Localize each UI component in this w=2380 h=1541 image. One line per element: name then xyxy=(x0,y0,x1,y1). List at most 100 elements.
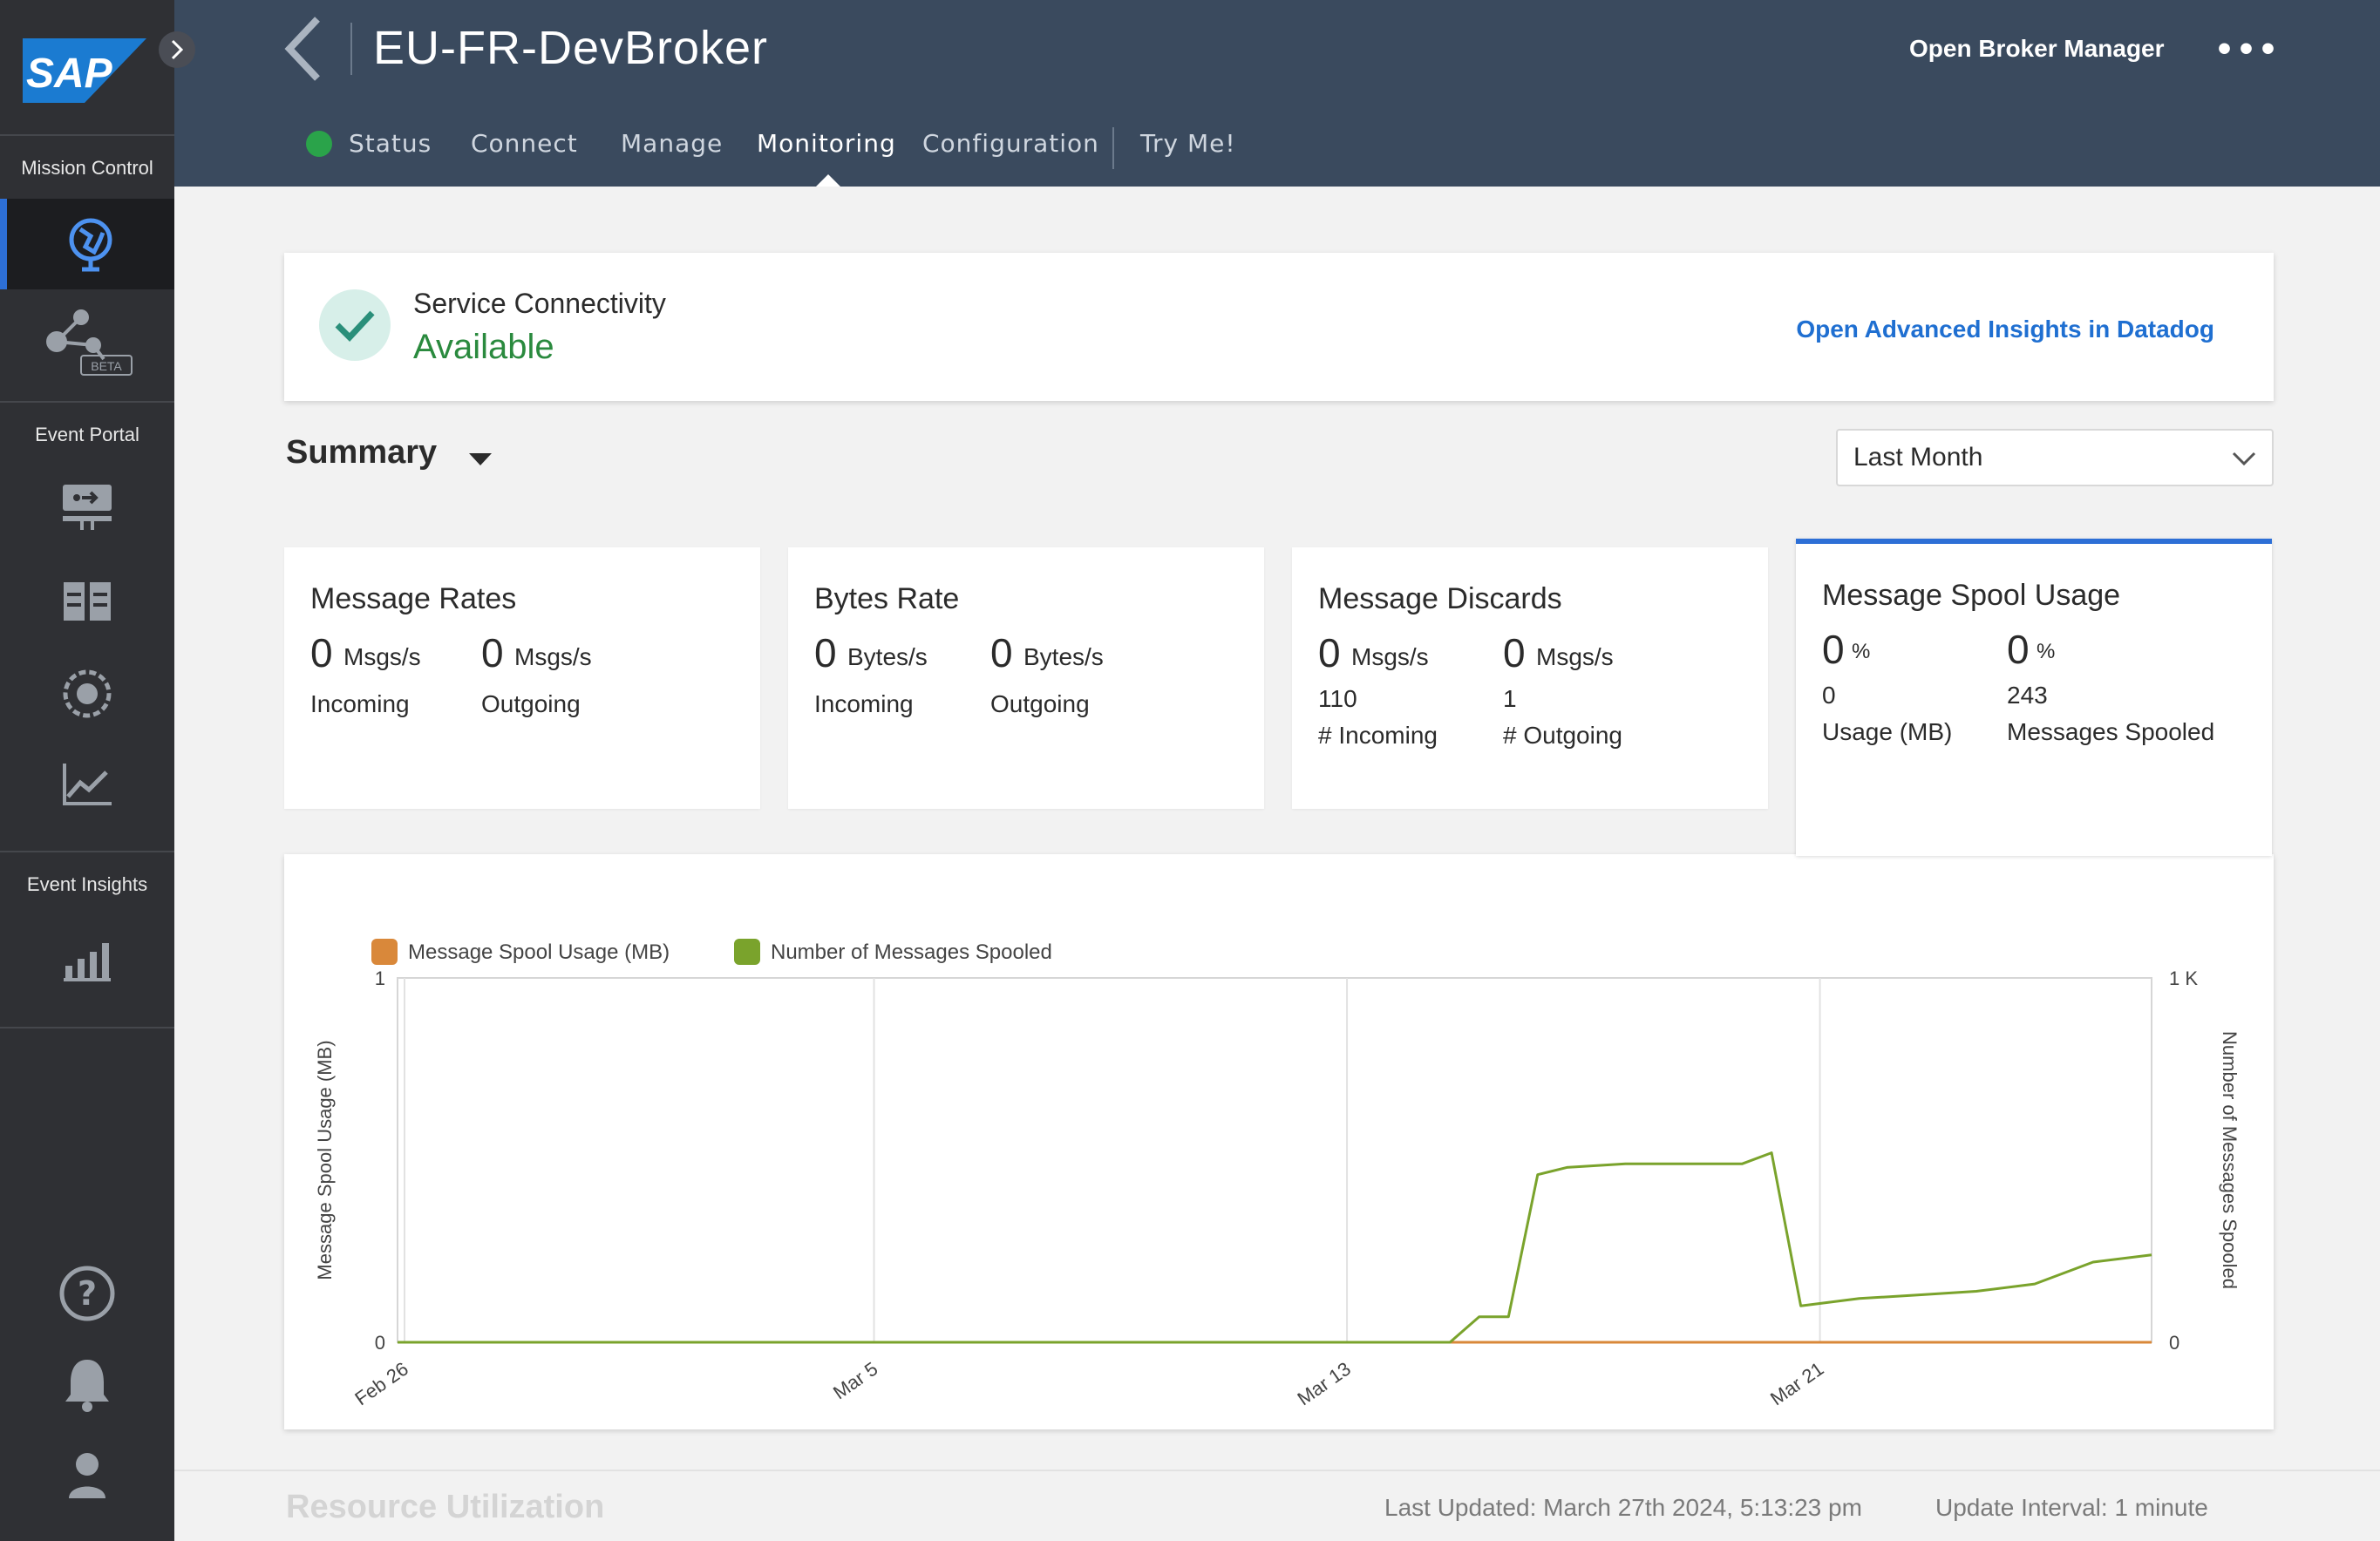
connectivity-status: Available xyxy=(413,328,554,366)
update-interval-text: Update Interval: 1 minute xyxy=(1935,1494,2208,1521)
y-left-tick-label: 0 xyxy=(375,1332,385,1354)
card-title: Message Rates xyxy=(310,582,517,615)
legend-label: Number of Messages Spooled xyxy=(771,940,1052,964)
back-button[interactable] xyxy=(282,16,321,82)
spooled-unit: % xyxy=(2037,640,2056,663)
usage-value: 0 xyxy=(1822,627,1845,672)
tab-connect[interactable]: Connect xyxy=(471,129,578,158)
sidebar-divider xyxy=(0,134,174,136)
y-left-axis-label: Message Spool Usage (MB) xyxy=(314,1040,336,1280)
sidebar-item-insights[interactable] xyxy=(0,915,174,1006)
sidebar-item-analytics[interactable] xyxy=(0,739,174,830)
series-line xyxy=(398,1151,2152,1344)
sidebar-item-discovery[interactable] xyxy=(0,648,174,739)
check-icon xyxy=(319,289,391,361)
legend-swatch xyxy=(371,939,398,965)
usage-label: Usage (MB) xyxy=(1822,718,1953,745)
mission-control-label: Mission Control xyxy=(21,157,153,179)
y-right-tick-label: 1 K xyxy=(2169,967,2198,989)
x-tick-label: Mar 5 xyxy=(829,1358,881,1404)
incoming-value: 0 xyxy=(814,630,837,675)
expand-sidebar-button[interactable] xyxy=(159,31,195,68)
datadog-link[interactable]: Open Advanced Insights in Datadog xyxy=(1796,316,2214,343)
sidebar-item-cluster-manager[interactable] xyxy=(0,199,174,289)
y-right-tick-label: 0 xyxy=(2169,1332,2179,1354)
plot-frame xyxy=(397,977,2152,1343)
line-chart-icon xyxy=(63,764,112,805)
footer-divider xyxy=(174,1470,2380,1471)
help-icon: ? xyxy=(59,1266,115,1321)
bytes-rate-card[interactable]: Bytes Rate 0 Bytes/s Incoming 0 Bytes/s … xyxy=(788,547,1264,809)
tab-monitoring[interactable]: Monitoring xyxy=(757,129,896,158)
incoming-label: # Incoming xyxy=(1318,722,1438,749)
sidebar-item-notifications[interactable] xyxy=(0,1339,174,1429)
outgoing-label: Outgoing xyxy=(990,690,1090,717)
x-tick-label: Mar 13 xyxy=(1293,1358,1354,1410)
sidebar-item-catalog[interactable] xyxy=(0,556,174,647)
chevron-right-icon xyxy=(171,39,184,60)
outgoing-unit: Bytes/s xyxy=(1023,643,1104,670)
resource-utilization-title: Resource Utilization xyxy=(286,1489,605,1525)
tab-separator xyxy=(1112,127,1114,169)
connectivity-label: Service Connectivity xyxy=(413,288,666,319)
card-title: Message Discards xyxy=(1318,582,1562,615)
x-tick-label: Mar 21 xyxy=(1766,1358,1827,1410)
usage-mb: 0 xyxy=(1822,682,1836,709)
sidebar-item-help[interactable]: ? xyxy=(0,1248,174,1339)
active-tab-indicator xyxy=(816,174,840,187)
sidebar-item-mesh-manager[interactable]: BETA xyxy=(0,296,174,387)
user-icon xyxy=(69,1453,105,1498)
sidebar-divider xyxy=(0,1027,174,1028)
outgoing-value: 0 xyxy=(1503,630,1526,675)
bell-icon xyxy=(65,1360,109,1412)
message-rates-card[interactable]: Message Rates 0 Msgs/s Incoming 0 Msgs/s… xyxy=(284,547,760,809)
outgoing-value: 0 xyxy=(481,630,504,675)
card-title: Bytes Rate xyxy=(814,582,960,615)
more-options-button[interactable]: ••• xyxy=(2214,35,2280,66)
tab-try-me[interactable]: Try Me! xyxy=(1140,129,1236,158)
catalog-icon xyxy=(64,582,111,621)
spool-usage-chart: Message Spool Usage (MB) Number of Messag… xyxy=(314,939,2241,1410)
spooled-count: 243 xyxy=(2007,682,2048,709)
incoming-value: 0 xyxy=(1318,630,1341,675)
main-content: Service Connectivity Available Open Adva… xyxy=(174,187,2380,1541)
spool-usage-chart-card: Message Spool Usage (MB) Number of Messag… xyxy=(284,854,2274,1429)
tab-status[interactable]: Status xyxy=(349,129,432,158)
sidebar-divider xyxy=(0,401,174,403)
usage-unit: % xyxy=(1852,640,1871,663)
message-discards-card[interactable]: Message Discards 0 Msgs/s 110 # Incoming… xyxy=(1292,547,1768,809)
caret-down-icon[interactable] xyxy=(469,453,492,465)
incoming-value: 0 xyxy=(310,630,333,675)
outgoing-label: Outgoing xyxy=(481,690,581,717)
sidebar-divider xyxy=(0,851,174,852)
event-portal-label: Event Portal xyxy=(35,424,139,445)
incoming-count: 110 xyxy=(1318,685,1357,712)
sidebar-item-designer[interactable] xyxy=(0,462,174,553)
outgoing-unit: Msgs/s xyxy=(514,643,592,670)
logo-text: SAP xyxy=(26,51,113,97)
svg-text:?: ? xyxy=(78,1274,97,1313)
open-broker-manager-button[interactable]: Open Broker Manager xyxy=(1909,35,2165,63)
tab-configuration[interactable]: Configuration xyxy=(922,129,1099,158)
x-tick-label: Feb 26 xyxy=(350,1358,411,1410)
message-spool-usage-card[interactable]: Message Spool Usage 0 % 0 Usage (MB) 0 %… xyxy=(1796,539,2272,856)
spooled-value: 0 xyxy=(2007,627,2030,672)
incoming-unit: Bytes/s xyxy=(847,643,928,670)
incoming-unit: Msgs/s xyxy=(343,643,421,670)
status-indicator-dot xyxy=(306,131,332,157)
y-right-axis-label: Number of Messages Spooled xyxy=(2219,1031,2241,1289)
time-range-select[interactable]: Last Month xyxy=(1836,429,2274,486)
incoming-label: Incoming xyxy=(310,690,410,717)
outgoing-label: # Outgoing xyxy=(1503,722,1622,749)
y-left-tick-label: 1 xyxy=(375,967,385,989)
chevron-down-icon xyxy=(2232,451,2256,466)
sap-logo: SAP xyxy=(23,38,146,103)
outgoing-unit: Msgs/s xyxy=(1536,643,1614,670)
card-title: Message Spool Usage xyxy=(1822,579,2121,612)
summary-dropdown[interactable]: Summary xyxy=(286,434,437,472)
tab-manage[interactable]: Manage xyxy=(621,129,723,158)
broker-title: EU-FR-DevBroker xyxy=(373,22,769,74)
incoming-unit: Msgs/s xyxy=(1351,643,1429,670)
sidebar-item-user[interactable] xyxy=(0,1429,174,1520)
outgoing-value: 0 xyxy=(990,630,1013,675)
